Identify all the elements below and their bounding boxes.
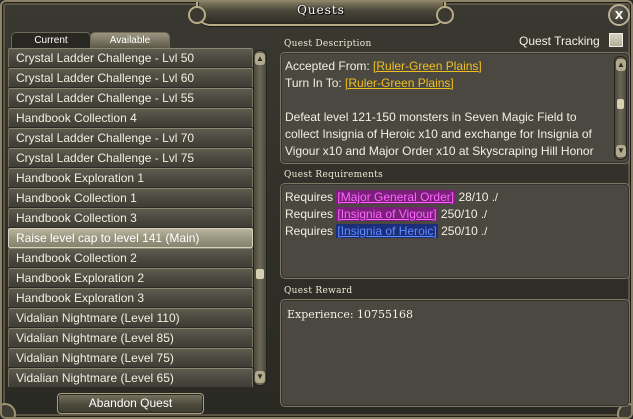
- requirement-item-link[interactable]: [Insignia of Heroic]: [336, 224, 438, 238]
- description-scrollbar[interactable]: ▲ ▼: [614, 56, 627, 160]
- requirement-row: Requires [Major General Order] 28/10 ./: [285, 190, 498, 204]
- check-icon: ./: [481, 226, 488, 238]
- quest-list-scrollbar[interactable]: ▲ ▼: [253, 50, 267, 386]
- corner-ornament-left: [2, 403, 16, 417]
- requirement-prefix: Requires: [285, 224, 334, 238]
- turn-in-line: Turn In To: [Ruler-Green Plains]: [285, 75, 603, 92]
- quest-requirements-panel: Requires [Major General Order] 28/10 ./ …: [280, 183, 630, 279]
- quest-item[interactable]: Vidalian Nightmare (Level 85): [8, 328, 253, 348]
- requirement-row: Requires [Insignia of Heroic] 250/10 ./: [285, 224, 487, 238]
- quest-item[interactable]: Handbook Exploration 2: [8, 268, 253, 288]
- scroll-thumb[interactable]: [256, 269, 264, 279]
- requirement-count: 28/10: [458, 190, 489, 204]
- abandon-quest-button[interactable]: Abandon Quest: [57, 393, 204, 414]
- tab-current[interactable]: Current: [11, 32, 91, 48]
- quest-item[interactable]: Handbook Exploration 3: [8, 288, 253, 308]
- tab-available[interactable]: Available: [90, 32, 170, 48]
- quest-tracking-label: Quest Tracking: [519, 34, 600, 48]
- close-button[interactable]: x: [608, 4, 630, 26]
- accepted-from-npc-link[interactable]: [Ruler-Green Plains]: [373, 59, 482, 73]
- quest-description-body: Defeat level 121-150 monsters in Seven M…: [285, 110, 594, 158]
- quest-item[interactable]: Vidalian Nightmare (Level 65): [8, 368, 253, 387]
- quest-list: Crystal Ladder Challenge - Lvl 50 Crysta…: [8, 48, 253, 387]
- requirement-prefix: Requires: [285, 207, 334, 221]
- quest-description-panel: Accepted From: [Ruler-Green Plains] Turn…: [280, 52, 630, 164]
- quest-description-label: Quest Description: [284, 39, 372, 49]
- requirement-count: 250/10: [441, 224, 478, 238]
- scroll-thumb[interactable]: [617, 99, 624, 109]
- accepted-from-label: Accepted From:: [285, 59, 370, 73]
- turn-in-npc-link[interactable]: [Ruler-Green Plains]: [345, 76, 454, 90]
- quest-item[interactable]: Crystal Ladder Challenge - Lvl 75: [8, 148, 253, 168]
- check-icon: ./: [480, 209, 488, 221]
- requirement-prefix: Requires: [285, 190, 334, 204]
- requirement-count: 250/10: [440, 207, 478, 221]
- quest-item[interactable]: Crystal Ladder Challenge - Lvl 50: [8, 48, 253, 68]
- quest-item[interactable]: Crystal Ladder Challenge - Lvl 70: [8, 128, 253, 148]
- turn-in-label: Turn In To:: [285, 76, 342, 90]
- quest-reward-label: Quest Reward: [284, 286, 353, 296]
- requirement-item-link[interactable]: [Insignia of Vigour]: [336, 207, 438, 221]
- scroll-up-arrow-icon[interactable]: ▲: [616, 59, 626, 71]
- quest-item[interactable]: Crystal Ladder Challenge - Lvl 60: [8, 68, 253, 88]
- scroll-down-arrow-icon[interactable]: ▼: [255, 371, 265, 383]
- quest-window: Quests x Current Available Crystal Ladde…: [0, 0, 633, 419]
- quest-tracking-checkbox[interactable]: [609, 33, 623, 47]
- quest-item[interactable]: Handbook Collection 3: [8, 208, 253, 228]
- quest-item[interactable]: Handbook Collection 1: [8, 188, 253, 208]
- quest-item[interactable]: Vidalian Nightmare (Level 75): [8, 348, 253, 368]
- quest-item[interactable]: Crystal Ladder Challenge - Lvl 55: [8, 88, 253, 108]
- reward-experience: Experience: 10755168: [287, 308, 414, 321]
- quest-item[interactable]: Handbook Collection 4: [8, 108, 253, 128]
- quest-item-selected[interactable]: Raise level cap to level 141 (Main): [8, 228, 253, 248]
- window-title: Quests: [297, 3, 345, 17]
- check-icon: ./: [491, 192, 498, 204]
- quest-item[interactable]: Vidalian Nightmare (Level 110): [8, 308, 253, 328]
- quest-requirements-label: Quest Requirements: [284, 170, 384, 180]
- scroll-up-arrow-icon[interactable]: ▲: [255, 53, 265, 65]
- requirement-item-link[interactable]: [Major General Order]: [336, 190, 456, 204]
- quest-item[interactable]: Handbook Collection 2: [8, 248, 253, 268]
- quest-reward-panel: Experience: 10755168: [280, 299, 630, 407]
- scroll-down-arrow-icon[interactable]: ▼: [616, 145, 626, 157]
- quest-item[interactable]: Handbook Exploration 1: [8, 168, 253, 188]
- quest-description-text: Accepted From: [Ruler-Green Plains] Turn…: [285, 58, 603, 160]
- accepted-from-line: Accepted From: [Ruler-Green Plains]: [285, 58, 603, 75]
- title-plate: Quests: [188, 2, 454, 26]
- requirement-row: Requires [Insignia of Vigour] 250/10 ./: [285, 207, 487, 221]
